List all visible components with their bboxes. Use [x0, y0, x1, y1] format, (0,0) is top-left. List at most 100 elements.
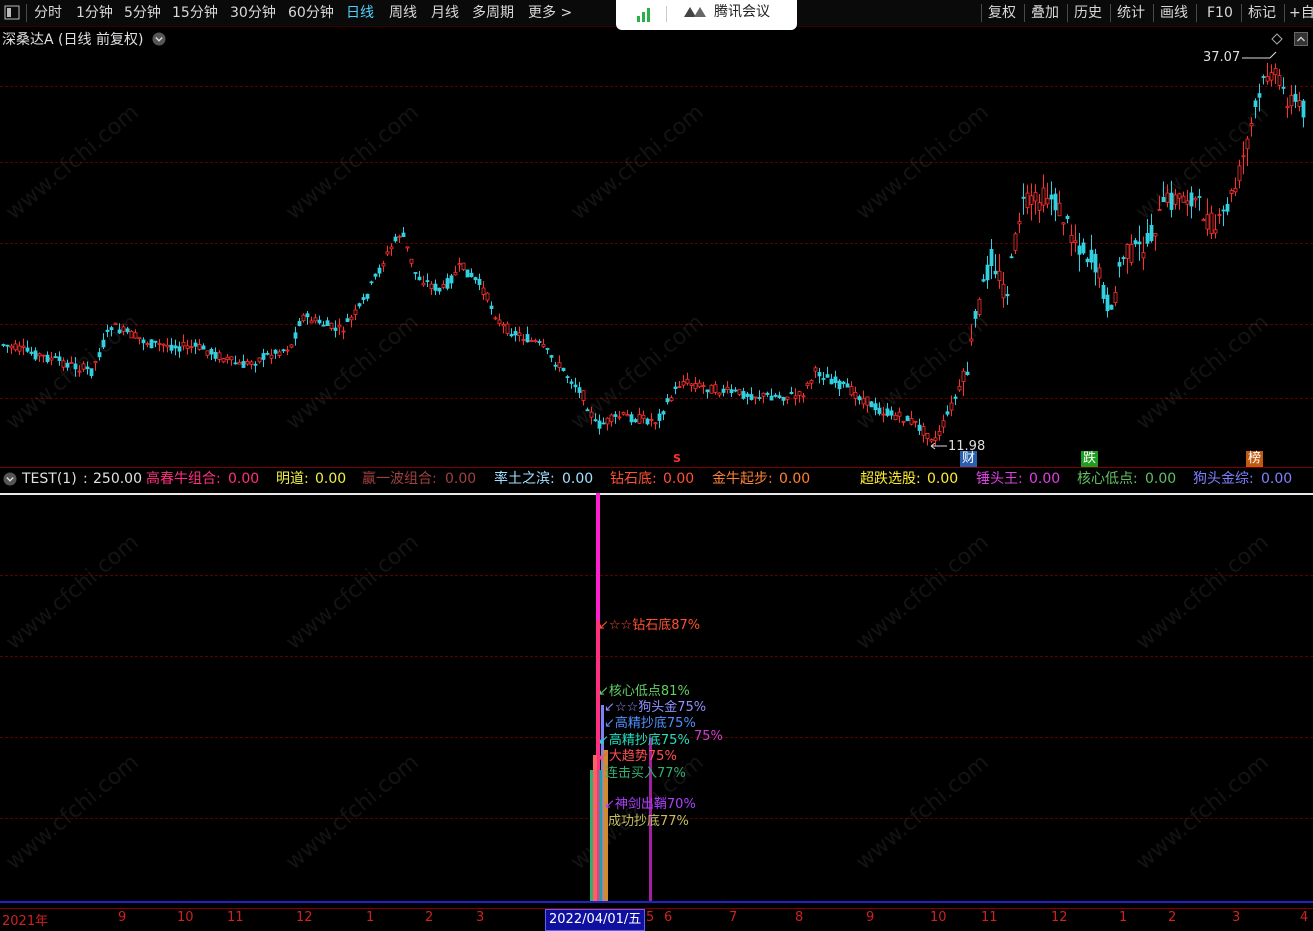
axis-label: 12 — [1051, 910, 1068, 925]
candle-body — [669, 397, 674, 402]
history-button[interactable]: 历史 — [1074, 0, 1102, 26]
candle-body — [1177, 193, 1182, 199]
candle-body — [1, 344, 6, 346]
axis-label: 6 — [664, 910, 673, 925]
candle-body — [249, 361, 254, 365]
candle-body — [1217, 214, 1222, 216]
candle-body — [1301, 100, 1306, 118]
candle-body — [365, 293, 370, 299]
candle-body — [1081, 242, 1086, 254]
candle-body — [1161, 197, 1166, 203]
candle-body — [901, 420, 906, 423]
candle-body — [525, 334, 530, 343]
candle-body — [213, 351, 218, 359]
indicator-bar-dagushi — [593, 755, 597, 901]
tab-daily[interactable]: 日线 — [346, 0, 374, 26]
tab-fenshi[interactable]: 分时 — [34, 0, 62, 26]
candle-body — [1153, 233, 1158, 237]
tab-multi-period[interactable]: 多周期 — [472, 0, 514, 26]
candle-body — [245, 360, 250, 365]
candle-body — [1065, 215, 1070, 220]
statistics-button[interactable]: 统计 — [1117, 0, 1145, 26]
label-lianjimairu: 连击买入77% — [605, 766, 686, 781]
tab-weekly[interactable]: 周线 — [389, 0, 417, 26]
signal-marker-cai[interactable]: 财 — [960, 451, 977, 467]
tab-1min[interactable]: 1分钟 — [76, 0, 113, 26]
window-menu-icon[interactable] — [4, 0, 20, 26]
high-price-arrow-icon — [1242, 51, 1277, 59]
tab-more[interactable]: 更多 > — [528, 0, 572, 26]
candle-body — [361, 297, 366, 300]
candle-body — [1189, 192, 1194, 207]
candle-body — [1029, 195, 1034, 205]
candle-body — [1093, 253, 1098, 273]
candle-body — [833, 376, 838, 384]
candle-body — [601, 422, 606, 425]
candle-body — [185, 345, 190, 349]
restore-rights-button[interactable]: 复权 — [988, 0, 1016, 26]
candle-body — [933, 437, 938, 441]
candle-body — [189, 346, 194, 349]
candle-body — [49, 357, 54, 361]
candle-body — [125, 328, 130, 333]
candle-body — [1101, 284, 1106, 299]
candle-body — [765, 392, 770, 395]
candle-body — [401, 232, 406, 237]
candle-body — [913, 420, 918, 423]
candle-body — [577, 387, 582, 393]
candle-body — [965, 371, 970, 375]
candle-body — [25, 347, 30, 352]
candle-body — [1169, 192, 1174, 210]
tab-30min[interactable]: 30分钟 — [230, 0, 276, 26]
ind-label-zuanshidi: 钻石底: — [610, 471, 657, 487]
candlestick-chart[interactable] — [0, 26, 1313, 466]
candle-body — [529, 340, 534, 342]
signal-marker-s[interactable]: S — [670, 452, 684, 466]
candle-body — [477, 278, 482, 286]
tab-60min[interactable]: 60分钟 — [288, 0, 334, 26]
tab-monthly[interactable]: 月线 — [431, 0, 459, 26]
candle-body — [693, 383, 698, 390]
candle-body — [1089, 249, 1094, 263]
candle-body — [733, 389, 738, 392]
candle-body — [961, 370, 966, 383]
candle-body — [265, 352, 270, 355]
draw-line-button[interactable]: 画线 — [1160, 0, 1188, 26]
candle-body — [673, 386, 678, 389]
tab-15min[interactable]: 15分钟 — [172, 0, 218, 26]
candle-body — [977, 298, 982, 315]
chevron-down-icon[interactable] — [3, 472, 17, 486]
axis-label: 1 — [366, 910, 375, 925]
candle-body — [1289, 94, 1294, 107]
candle-body — [1005, 293, 1010, 297]
tab-5min[interactable]: 5分钟 — [124, 0, 161, 26]
f10-button[interactable]: F10 — [1207, 0, 1233, 26]
candle-body — [537, 341, 542, 343]
candle-body — [609, 414, 614, 423]
candle-body — [665, 398, 670, 403]
mark-button[interactable]: 标记 — [1248, 0, 1276, 26]
candle-body — [573, 384, 578, 388]
signal-marker-die[interactable]: 跌 — [1081, 451, 1098, 467]
axis-label: 8 — [795, 910, 804, 925]
crosshair-date-label: 2022/04/01/五 — [545, 909, 646, 931]
candle-body — [117, 329, 122, 334]
candle-body — [545, 348, 550, 350]
candle-body — [21, 345, 26, 348]
candle-body — [1277, 75, 1282, 86]
candle-body — [457, 263, 462, 266]
candle-body — [197, 343, 202, 350]
candle-body — [657, 413, 662, 421]
label-chuitouwang: 75% — [694, 729, 723, 744]
signal-marker-bang[interactable]: 榜 — [1246, 451, 1263, 467]
grid-line — [0, 656, 1313, 657]
candle-body — [505, 323, 510, 334]
overlay-button[interactable]: 叠加 — [1031, 0, 1059, 26]
candle-body — [105, 329, 110, 332]
ind-value-yingyibo: 0.00 — [445, 471, 477, 487]
candle-body — [1265, 76, 1270, 82]
ind-label-gaochunniu: 高春牛组合: — [146, 471, 221, 487]
candle-body — [433, 283, 438, 291]
candle-body — [441, 284, 446, 288]
add-custom-button[interactable]: +自 — [1289, 0, 1313, 26]
